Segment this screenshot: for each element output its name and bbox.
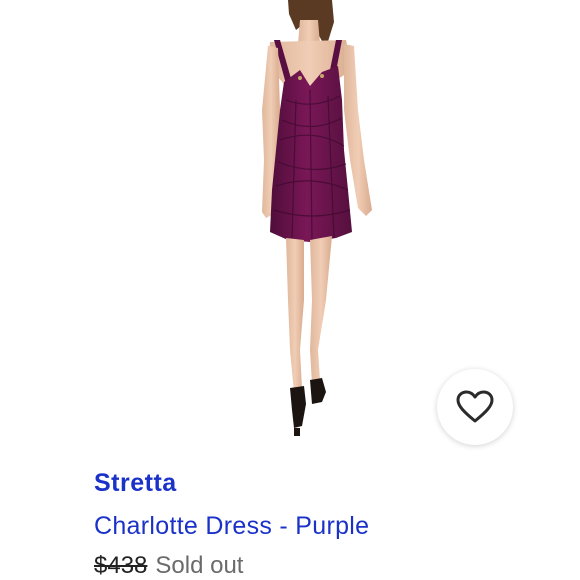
sold-out-status: Sold out — [155, 552, 244, 579]
product-brand-link[interactable]: Stretta — [94, 469, 177, 498]
heart-outline-icon — [456, 390, 494, 423]
favorite-button[interactable] — [437, 369, 513, 445]
product-card[interactable]: Stretta Charlotte Dress - Purple $438 Sol… — [0, 0, 580, 580]
original-price: $438 — [94, 552, 148, 579]
product-title-link[interactable]: Charlotte Dress - Purple — [94, 512, 369, 541]
price-row: $438 Sold out — [94, 552, 243, 580]
